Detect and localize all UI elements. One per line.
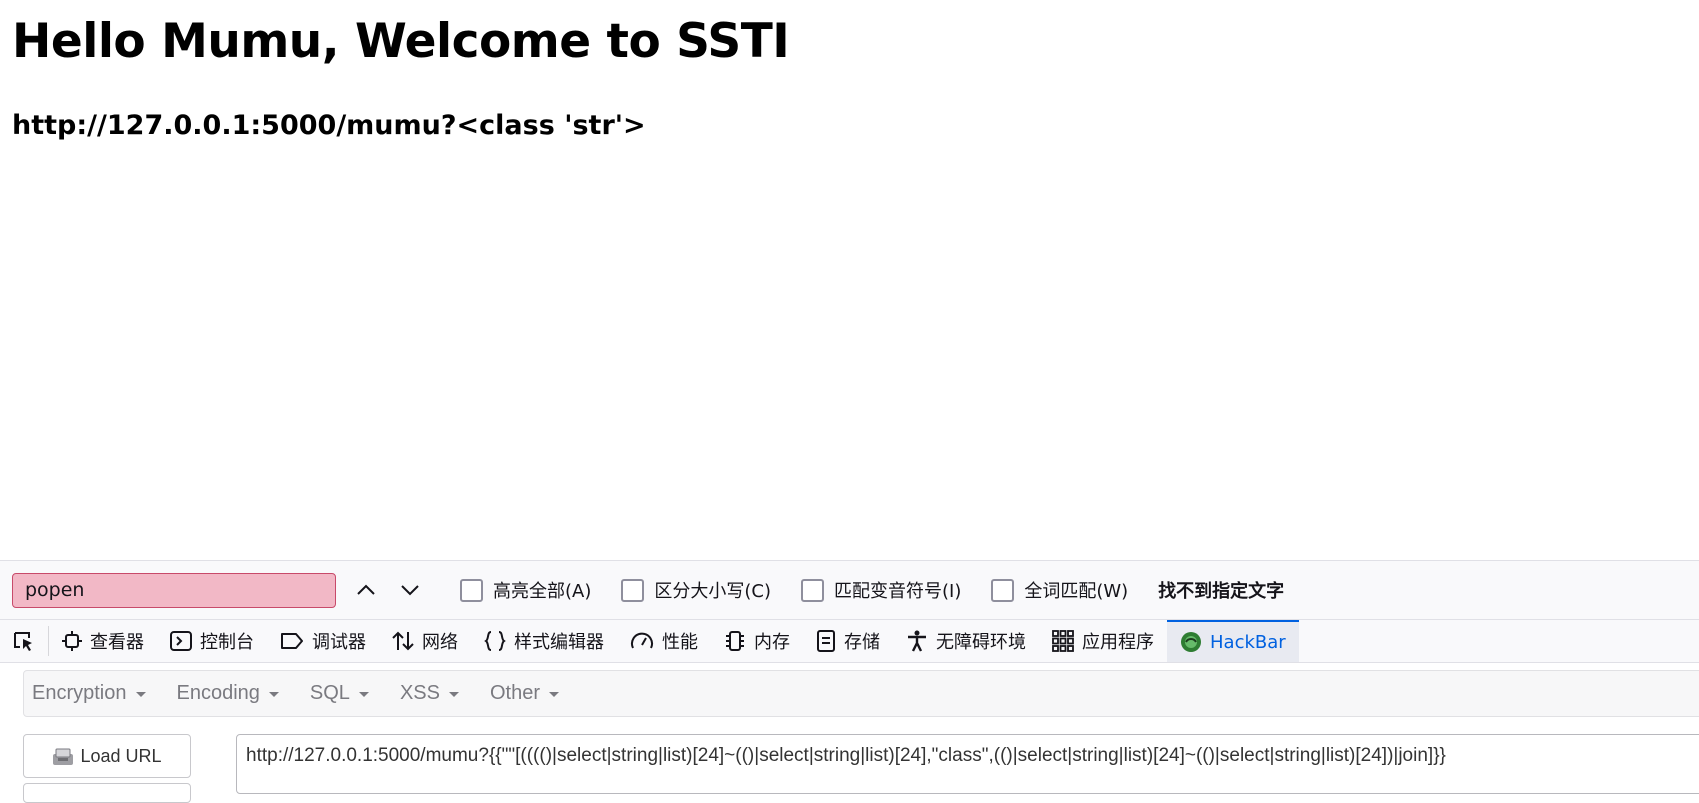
performance-icon xyxy=(630,631,654,651)
tab-performance[interactable]: 性能 xyxy=(617,620,711,662)
load-url-label: Load URL xyxy=(80,745,162,766)
tab-debugger[interactable]: 调试器 xyxy=(267,620,379,662)
find-bar: 高亮全部(A) 区分大小写(C) 匹配变音符号(I) 全词匹配(W) 找不到指定… xyxy=(0,560,1699,619)
tab-label: 样式编辑器 xyxy=(514,632,604,653)
memory-icon xyxy=(724,630,746,652)
menu-sql[interactable]: SQL xyxy=(302,682,377,705)
tab-label: HackBar xyxy=(1210,631,1286,653)
hackbar-menu: Encryption Encoding SQL XSS Other xyxy=(23,670,1699,717)
find-status-text: 找不到指定文字 xyxy=(1158,581,1285,602)
menu-label: XSS xyxy=(399,682,440,704)
find-option-whole-words[interactable]: 全词匹配(W) xyxy=(991,577,1128,603)
tab-label: 无障碍环境 xyxy=(936,632,1026,653)
tab-label: 内存 xyxy=(754,632,790,653)
menu-label: Encryption xyxy=(32,682,127,704)
menu-label: Encoding xyxy=(176,682,260,704)
inspector-icon xyxy=(62,631,82,651)
find-previous-button[interactable] xyxy=(350,574,382,606)
tab-accessibility[interactable]: 无障碍环境 xyxy=(893,620,1039,662)
find-input[interactable] xyxy=(12,572,336,608)
option-label: 区分大小写(C) xyxy=(654,581,771,602)
url-input[interactable]: http://127.0.0.1:5000/mumu?{{""[(((()|se… xyxy=(236,734,1699,794)
tab-style-editor[interactable]: 样式编辑器 xyxy=(471,620,617,662)
load-url-button[interactable]: Load URL xyxy=(23,734,191,778)
style-editor-icon xyxy=(484,630,506,652)
tab-label: 查看器 xyxy=(90,632,144,653)
menu-encryption[interactable]: Encryption xyxy=(24,682,154,705)
tab-label: 控制台 xyxy=(200,632,254,653)
find-option-match-diacritics[interactable]: 匹配变音符号(I) xyxy=(800,577,962,603)
chevron-up-icon xyxy=(357,584,375,595)
accessibility-icon xyxy=(906,630,928,652)
element-picker-icon xyxy=(14,632,32,651)
element-picker-button[interactable] xyxy=(0,626,49,656)
tab-label: 应用程序 xyxy=(1082,632,1154,653)
debugger-icon xyxy=(280,632,304,650)
hackbar-icon xyxy=(1180,631,1202,653)
devtools-tab-bar: 查看器 控制台 调试器 网络 样式编辑器 性能 内存 存储 无障碍环境 应用程序… xyxy=(0,619,1699,663)
chevron-down-icon xyxy=(401,585,419,596)
caret-down-icon xyxy=(448,692,459,697)
load-url-icon xyxy=(52,746,74,766)
option-label: 高亮全部(A) xyxy=(493,581,592,602)
caret-down-icon xyxy=(358,692,369,697)
menu-label: SQL xyxy=(309,682,350,704)
page-heading: Hello Mumu, Welcome to SSTI xyxy=(12,14,790,69)
tab-label: 存储 xyxy=(844,632,880,653)
menu-encoding[interactable]: Encoding xyxy=(169,682,287,705)
tab-storage[interactable]: 存储 xyxy=(803,620,893,662)
tab-inspector[interactable]: 查看器 xyxy=(49,620,157,662)
option-label: 匹配变音符号(I) xyxy=(833,581,962,602)
page-subheading: http://127.0.0.1:5000/mumu?<class 'str'> xyxy=(12,110,646,141)
menu-xss[interactable]: XSS xyxy=(392,682,467,705)
caret-down-icon xyxy=(268,692,279,697)
tab-label: 网络 xyxy=(422,632,458,653)
tab-hackbar[interactable]: HackBar xyxy=(1167,620,1299,662)
tab-console[interactable]: 控制台 xyxy=(157,620,267,662)
split-url-button[interactable] xyxy=(23,783,191,803)
web-page: Hello Mumu, Welcome to SSTI http://127.0… xyxy=(0,0,1699,560)
application-icon xyxy=(1052,630,1074,652)
caret-down-icon xyxy=(549,692,559,697)
tab-label: 性能 xyxy=(662,632,698,653)
menu-other[interactable]: Other xyxy=(482,682,567,705)
whole-words-checkbox[interactable] xyxy=(991,578,1015,602)
menu-label: Other xyxy=(489,682,540,704)
network-icon xyxy=(392,630,414,652)
storage-icon xyxy=(816,630,836,652)
tab-label: 调试器 xyxy=(312,632,366,653)
hackbar-panel: Encryption Encoding SQL XSS Other Load U… xyxy=(0,663,1699,803)
find-option-match-case[interactable]: 区分大小写(C) xyxy=(621,577,771,603)
console-icon xyxy=(170,631,192,651)
tab-memory[interactable]: 内存 xyxy=(711,620,803,662)
match-diacritics-checkbox[interactable] xyxy=(800,578,824,602)
highlight-all-checkbox[interactable] xyxy=(460,578,483,602)
find-next-button[interactable] xyxy=(394,574,426,606)
option-label: 全词匹配(W) xyxy=(1024,581,1129,602)
tab-application[interactable]: 应用程序 xyxy=(1039,620,1167,662)
tab-network[interactable]: 网络 xyxy=(379,620,471,662)
find-option-highlight-all[interactable]: 高亮全部(A) xyxy=(460,577,591,603)
caret-down-icon xyxy=(135,692,146,697)
match-case-checkbox[interactable] xyxy=(621,578,645,602)
